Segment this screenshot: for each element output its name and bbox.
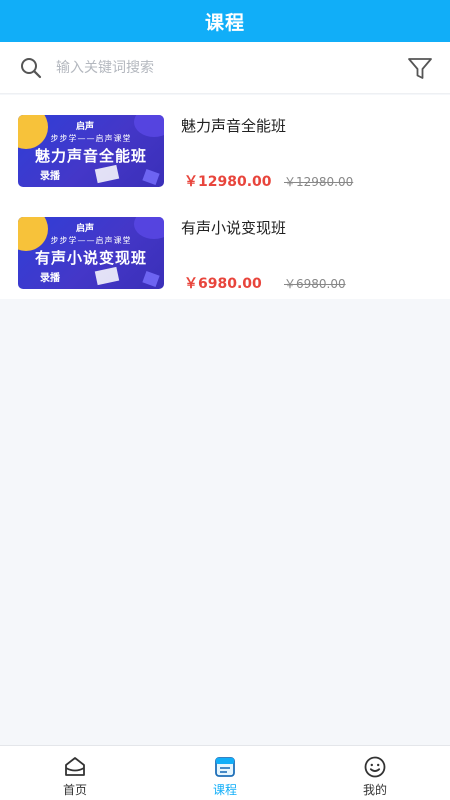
filter-icon[interactable] <box>406 54 434 82</box>
thumb-tag: 录播 <box>40 171 60 182</box>
thumb-logo: 启声 <box>76 122 95 132</box>
app-header: 课程 <box>0 0 450 42</box>
course-thumbnail[interactable]: 启声 步步学——启声课堂 有声小说变现班 录播 <box>18 217 164 289</box>
thumb-tagline: 步步学——启声课堂 <box>50 236 132 245</box>
search-input[interactable] <box>56 56 276 80</box>
page-title: 课程 <box>204 11 245 34</box>
tab-label: 我的 <box>362 783 387 797</box>
course-price: ￥12980.00 <box>184 174 272 190</box>
tab-label: 首页 <box>62 783 87 797</box>
thumb-tag: 录播 <box>40 273 60 284</box>
course-title[interactable]: 有声小说变现班 <box>181 217 286 238</box>
course-icon <box>215 757 235 777</box>
course-title[interactable]: 魅力声音全能班 <box>181 115 286 136</box>
course-original-price: ￥12980.00 <box>284 175 354 189</box>
course-item[interactable]: 启声 步步学——启声课堂 魅力声音全能班 录播 魅力声音全能班 ￥12980.0… <box>0 95 450 197</box>
thumb-headline: 魅力声音全能班 <box>34 147 147 165</box>
thumb-tagline: 步步学——启声课堂 <box>50 134 132 143</box>
thumb-headline: 有声小说变现班 <box>34 249 147 267</box>
tab-label: 课程 <box>212 783 237 797</box>
course-original-price: ￥6980.00 <box>284 277 346 291</box>
course-thumbnail[interactable]: 启声 步步学——启声课堂 魅力声音全能班 录播 <box>18 115 164 187</box>
tab-home[interactable]: 首页 <box>0 746 150 800</box>
bottom-tab-bar: 首页 课程 我的 <box>0 745 450 800</box>
course-price: ￥6980.00 <box>184 276 262 292</box>
course-list: 启声 步步学——启声课堂 魅力声音全能班 录播 魅力声音全能班 ￥12980.0… <box>0 95 450 299</box>
course-item[interactable]: 启声 步步学——启声课堂 有声小说变现班 录播 有声小说变现班 ￥6980.00… <box>0 197 450 299</box>
search-icon[interactable] <box>19 56 43 80</box>
smile-icon <box>364 756 386 778</box>
thumb-logo: 启声 <box>76 224 95 234</box>
home-icon <box>65 757 85 776</box>
tab-mine[interactable]: 我的 <box>300 746 450 800</box>
tab-course[interactable]: 课程 <box>150 746 300 800</box>
search-bar <box>0 42 450 94</box>
